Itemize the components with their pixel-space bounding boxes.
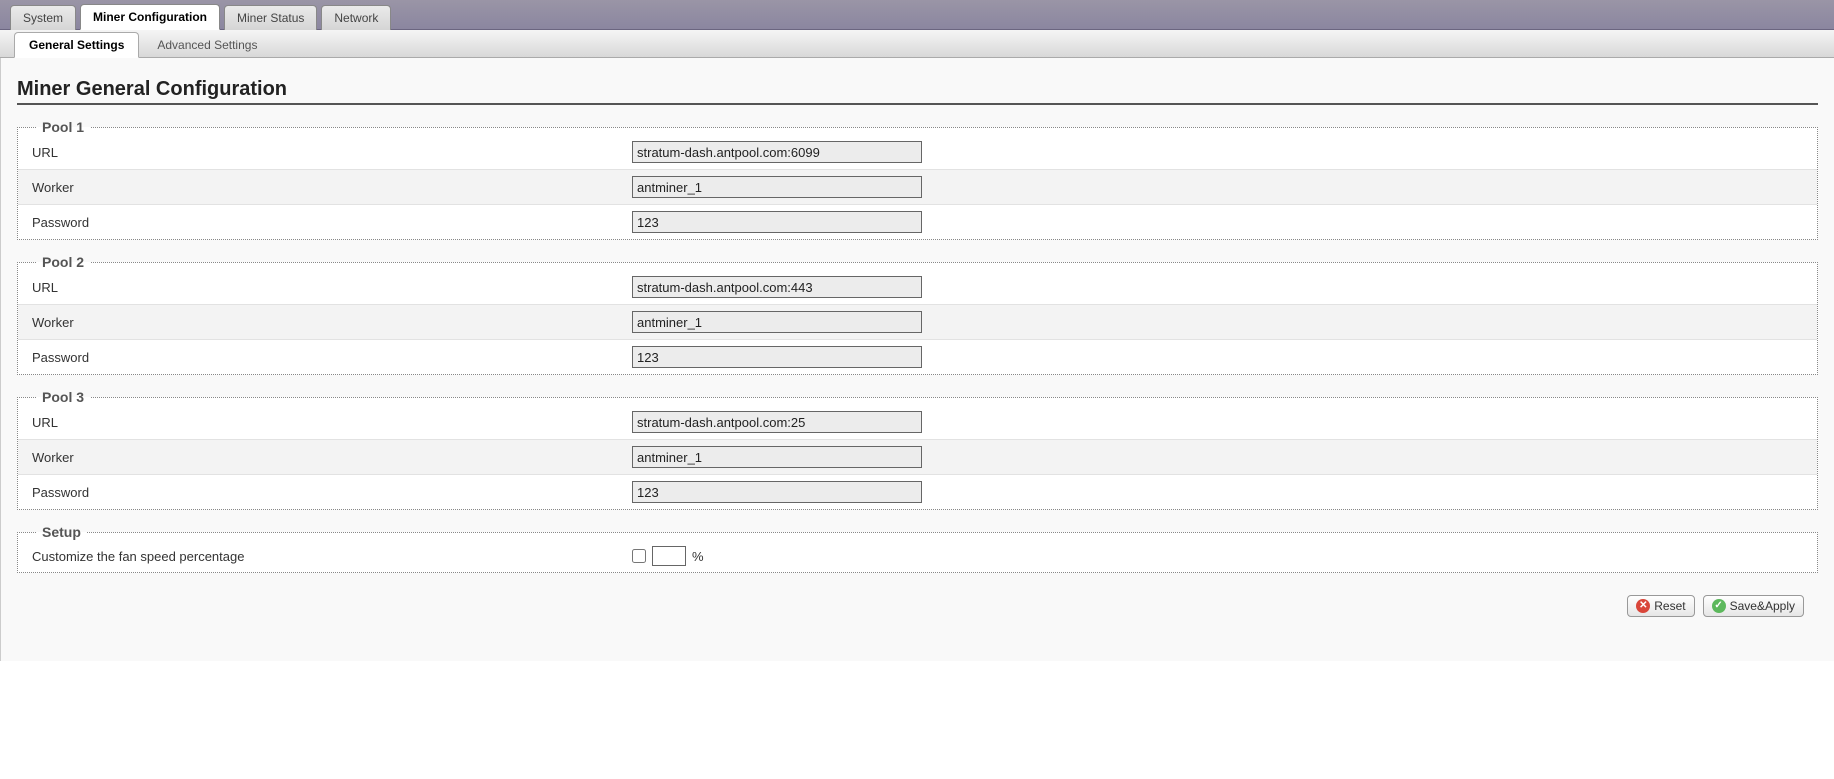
tab-miner-status[interactable]: Miner Status: [224, 5, 317, 30]
input-pool1-worker[interactable]: [632, 176, 922, 198]
button-bar: ✕ Reset ✓ Save&Apply: [17, 573, 1818, 621]
save-apply-button[interactable]: ✓ Save&Apply: [1703, 595, 1804, 617]
legend-pool-2: Pool 2: [36, 254, 90, 270]
sub-tab-bar: General Settings Advanced Settings: [0, 30, 1834, 58]
label-pool3-worker: Worker: [32, 450, 632, 465]
top-tab-bar: System Miner Configuration Miner Status …: [0, 0, 1834, 30]
input-pool3-worker[interactable]: [632, 446, 922, 468]
input-pool2-url[interactable]: [632, 276, 922, 298]
input-pool3-url[interactable]: [632, 411, 922, 433]
legend-pool-3: Pool 3: [36, 389, 90, 405]
input-pool3-password[interactable]: [632, 481, 922, 503]
fieldset-pool-2: Pool 2 URL Worker Password: [17, 254, 1818, 375]
tab-system[interactable]: System: [10, 5, 76, 30]
subtab-general-settings[interactable]: General Settings: [14, 32, 139, 58]
save-apply-button-label: Save&Apply: [1730, 599, 1795, 613]
tab-miner-configuration[interactable]: Miner Configuration: [80, 4, 220, 30]
label-pool1-password: Password: [32, 215, 632, 230]
reset-button-label: Reset: [1654, 599, 1685, 613]
label-pool1-url: URL: [32, 145, 632, 160]
label-pool3-url: URL: [32, 415, 632, 430]
fieldset-pool-1: Pool 1 URL Worker Password: [17, 119, 1818, 240]
label-fan-speed: Customize the fan speed percentage: [32, 549, 632, 564]
label-pool2-password: Password: [32, 350, 632, 365]
close-icon: ✕: [1636, 599, 1650, 613]
page-content: Miner General Configuration Pool 1 URL W…: [0, 58, 1834, 661]
check-icon: ✓: [1712, 599, 1726, 613]
reset-button[interactable]: ✕ Reset: [1627, 595, 1694, 617]
label-pool2-worker: Worker: [32, 315, 632, 330]
fieldset-pool-3: Pool 3 URL Worker Password: [17, 389, 1818, 510]
input-pool2-password[interactable]: [632, 346, 922, 368]
input-pool1-password[interactable]: [632, 211, 922, 233]
subtab-advanced-settings[interactable]: Advanced Settings: [143, 33, 271, 57]
input-pool1-url[interactable]: [632, 141, 922, 163]
legend-pool-1: Pool 1: [36, 119, 90, 135]
input-fan-speed[interactable]: [652, 546, 686, 566]
label-percent-suffix: %: [692, 549, 704, 564]
tab-network[interactable]: Network: [321, 5, 391, 30]
label-pool2-url: URL: [32, 280, 632, 295]
fieldset-setup: Setup Customize the fan speed percentage…: [17, 524, 1818, 573]
legend-setup: Setup: [36, 524, 87, 540]
checkbox-fan-speed[interactable]: [632, 549, 646, 563]
input-pool2-worker[interactable]: [632, 311, 922, 333]
page-title: Miner General Configuration: [17, 78, 1818, 105]
label-pool3-password: Password: [32, 485, 632, 500]
label-pool1-worker: Worker: [32, 180, 632, 195]
